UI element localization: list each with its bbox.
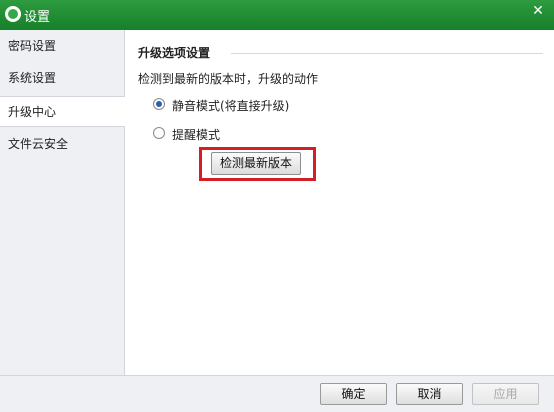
window-title: 设置 <box>24 10 51 25</box>
check-latest-version-button[interactable]: 检测最新版本 <box>211 152 301 175</box>
section-divider <box>231 53 543 54</box>
radio-button-icon[interactable] <box>153 127 165 139</box>
ok-button[interactable]: 确定 <box>320 383 387 405</box>
cancel-button[interactable]: 取消 <box>396 383 463 405</box>
radio-reminder-mode-label: 提醒模式 <box>172 128 221 142</box>
close-button[interactable]: ✕ <box>526 0 550 22</box>
sidebar: 密码设置 系统设置 升级中心 文件云安全 <box>0 30 125 375</box>
footer-bar: 确定 取消 应用 <box>0 375 554 412</box>
app-logo-icon <box>5 6 21 22</box>
title-bar: 设置 ✕ <box>0 0 554 30</box>
radio-silent-mode-label: 静音模式(将直接升级) <box>172 99 290 113</box>
sidebar-item-password[interactable]: 密码设置 <box>0 31 124 62</box>
apply-button[interactable]: 应用 <box>472 383 539 405</box>
sidebar-item-system[interactable]: 系统设置 <box>0 63 124 94</box>
upgrade-action-description: 检测到最新的版本时，升级的动作 <box>138 72 319 86</box>
sidebar-item-file-cloud-security[interactable]: 文件云安全 <box>0 129 124 160</box>
section-title: 升级选项设置 <box>138 46 211 60</box>
radio-button-checked-icon[interactable] <box>153 98 165 110</box>
settings-panel: 升级选项设置 检测到最新的版本时，升级的动作 静音模式(将直接升级) 提醒模式 <box>125 30 554 375</box>
sidebar-item-upgrade-center[interactable]: 升级中心 <box>0 96 125 127</box>
